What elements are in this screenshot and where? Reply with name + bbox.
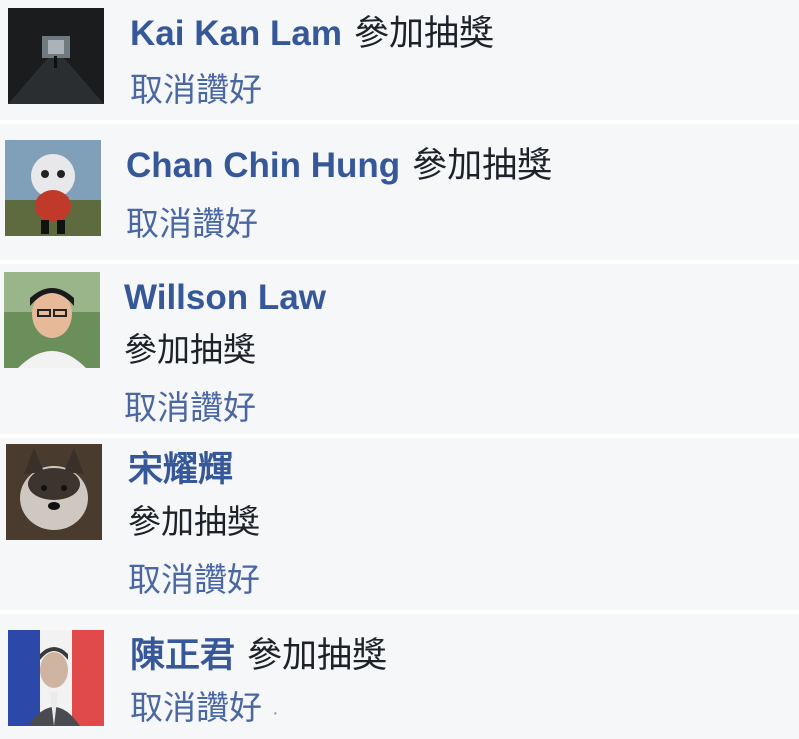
author-name[interactable]: Kai Kan Lam [130, 14, 342, 53]
avatar-mascot-icon [5, 140, 101, 236]
comment-text: 參加抽獎 [124, 331, 256, 368]
unlike-link[interactable]: 取消讚好 [124, 388, 326, 428]
author-name[interactable]: Chan Chin Hung [126, 146, 400, 185]
avatar-person-icon [4, 272, 100, 368]
avatar[interactable] [8, 630, 104, 726]
avatar-french-flag-icon [8, 630, 104, 726]
unlike-link[interactable]: 取消讚好 [126, 204, 552, 244]
comment-text: 參加抽獎 [247, 636, 388, 675]
comment-item: 陳正君 參加抽獎 取消讚好 · [0, 614, 799, 739]
avatar-tunnel-icon [8, 8, 104, 104]
comment-author-link[interactable]: Chan Chin Hung 參加抽獎 [126, 146, 552, 186]
avatar[interactable] [4, 272, 100, 368]
unlike-link[interactable]: 取消讚好 [130, 70, 494, 110]
unlike-row: 取消讚好 · [130, 688, 387, 733]
avatar[interactable] [5, 140, 101, 236]
author-name[interactable]: Willson Law [124, 278, 326, 318]
comment-item: Willson Law 參加抽獎 取消讚好 [0, 264, 799, 434]
comment-text: 參加抽獎 [354, 14, 495, 53]
avatar[interactable] [6, 444, 102, 540]
author-name[interactable]: 宋耀輝 [128, 450, 260, 490]
comment-item: Kai Kan Lam 參加抽獎 取消讚好 [0, 0, 799, 120]
separator-dot: · [272, 702, 279, 724]
comment-author-link[interactable]: Kai Kan Lam 參加抽獎 [130, 14, 494, 54]
comment-text: 參加抽獎 [128, 503, 260, 540]
comment-item: Chan Chin Hung 參加抽獎 取消讚好 [0, 124, 799, 260]
comment-author-link[interactable]: 陳正君 參加抽獎 [130, 636, 387, 676]
unlike-link[interactable]: 取消讚好 [128, 560, 260, 600]
author-name[interactable]: 陳正君 [130, 636, 235, 675]
comment-item: 宋耀輝 參加抽獎 取消讚好 [0, 438, 799, 610]
comment-text: 參加抽獎 [412, 146, 553, 185]
avatar[interactable] [8, 8, 104, 104]
avatar-dog-icon [6, 444, 102, 540]
unlike-link[interactable]: 取消讚好 [130, 689, 262, 726]
